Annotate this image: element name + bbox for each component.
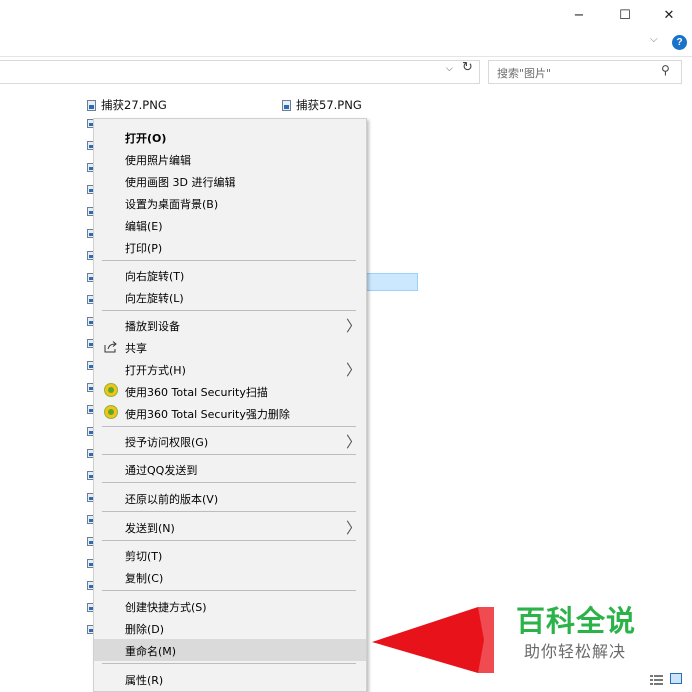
menu-item-cast-to-device[interactable]: 播放到设备〉 [94, 314, 366, 336]
menu-item-open-with[interactable]: 打开方式(H) 〉 [94, 358, 366, 380]
menu-separator [102, 663, 356, 664]
menu-separator [102, 511, 356, 512]
maximize-button[interactable]: ☐ [602, 0, 648, 30]
file-name: 捕获57.PNG [296, 98, 362, 112]
menu-item-edit-with-photos[interactable]: 使用照片编辑 [94, 148, 366, 170]
expand-ribbon-icon[interactable]: ⌵ [650, 34, 658, 45]
address-row: ⌵ ↻ 搜索"图片" ⚲ [0, 57, 692, 87]
menu-item-send-via-qq[interactable]: 通过QQ发送到 [94, 458, 366, 480]
minimize-icon: − [573, 7, 585, 23]
menu-item-delete[interactable]: 删除(D) [94, 617, 366, 639]
menu-item-print[interactable]: 打印(P) [94, 236, 366, 258]
title-bar: − ☐ ✕ [0, 0, 692, 30]
address-bar[interactable] [0, 60, 480, 84]
menu-item-edit-with-paint3d[interactable]: 使用画图 3D 进行编辑 [94, 170, 366, 192]
menu-separator [102, 426, 356, 427]
close-button[interactable]: ✕ [646, 0, 692, 30]
selected-file-highlight [360, 273, 418, 291]
file-name: 捕获27.PNG [101, 98, 167, 112]
chevron-right-icon: 〉 [346, 317, 362, 335]
menu-item-copy[interactable]: 复制(C) [94, 566, 366, 588]
menu-item-share[interactable]: 共享 [94, 336, 366, 358]
menu-separator [102, 260, 356, 261]
image-file-icon [87, 99, 96, 111]
image-file-icon [282, 99, 291, 111]
menu-item-give-access[interactable]: 授予访问权限(G) 〉 [94, 430, 366, 452]
menu-separator [102, 540, 356, 541]
menu-separator [102, 590, 356, 591]
menu-item-open[interactable]: 打开(O) [94, 126, 366, 148]
menu-item-send-to[interactable]: 发送到(N) 〉 [94, 516, 366, 538]
large-icons-view-icon[interactable] [670, 673, 682, 684]
chevron-right-icon: 〉 [346, 361, 362, 379]
watermark-subtitle: 助你轻松解决 [524, 642, 627, 661]
watermark-title: 百科全说 [516, 604, 637, 638]
360-security-icon [104, 383, 118, 397]
ribbon-bar: ⌵ ? [0, 30, 692, 57]
menu-item-cut[interactable]: 剪切(T) [94, 544, 366, 566]
menu-item-rename[interactable]: 重命名(M) [94, 639, 366, 661]
menu-separator [102, 482, 356, 483]
close-icon: ✕ [663, 7, 675, 23]
search-icon[interactable]: ⚲ [661, 63, 670, 77]
menu-separator [102, 310, 356, 311]
red-arrow-annotation [372, 607, 494, 673]
360-security-icon [104, 405, 118, 419]
file-item[interactable]: 捕获27.PNG [87, 97, 167, 113]
menu-item-set-desktop-background[interactable]: 设置为桌面背景(B) [94, 192, 366, 214]
menu-item-properties[interactable]: 属性(R) [94, 668, 366, 690]
menu-item-create-shortcut[interactable]: 创建快捷方式(S) [94, 595, 366, 617]
menu-separator [102, 454, 356, 455]
minimize-button[interactable]: − [556, 0, 602, 30]
context-menu: 打开(O) 使用照片编辑 使用画图 3D 进行编辑 设置为桌面背景(B) 编辑(… [93, 118, 367, 692]
refresh-icon[interactable]: ↻ [462, 60, 473, 75]
help-icon[interactable]: ? [672, 35, 687, 50]
search-placeholder: 搜索"图片" [497, 67, 552, 80]
search-input[interactable]: 搜索"图片" ⚲ [488, 60, 682, 84]
menu-item-360-force-delete[interactable]: 使用360 Total Security强力删除 [94, 402, 366, 424]
chevron-right-icon: 〉 [346, 433, 362, 451]
file-item[interactable]: 捕获57.PNG [282, 97, 362, 113]
details-view-icon[interactable] [650, 674, 663, 685]
address-dropdown-icon[interactable]: ⌵ [446, 64, 453, 74]
menu-item-edit[interactable]: 编辑(E) [94, 214, 366, 236]
menu-item-restore-previous-versions[interactable]: 还原以前的版本(V) [94, 487, 366, 509]
menu-item-rotate-left[interactable]: 向左旋转(L) [94, 286, 366, 308]
maximize-icon: ☐ [619, 7, 631, 23]
menu-item-rotate-right[interactable]: 向右旋转(T) [94, 264, 366, 286]
share-icon [104, 341, 117, 353]
menu-item-360-scan[interactable]: 使用360 Total Security扫描 [94, 380, 366, 402]
chevron-right-icon: 〉 [346, 519, 362, 537]
